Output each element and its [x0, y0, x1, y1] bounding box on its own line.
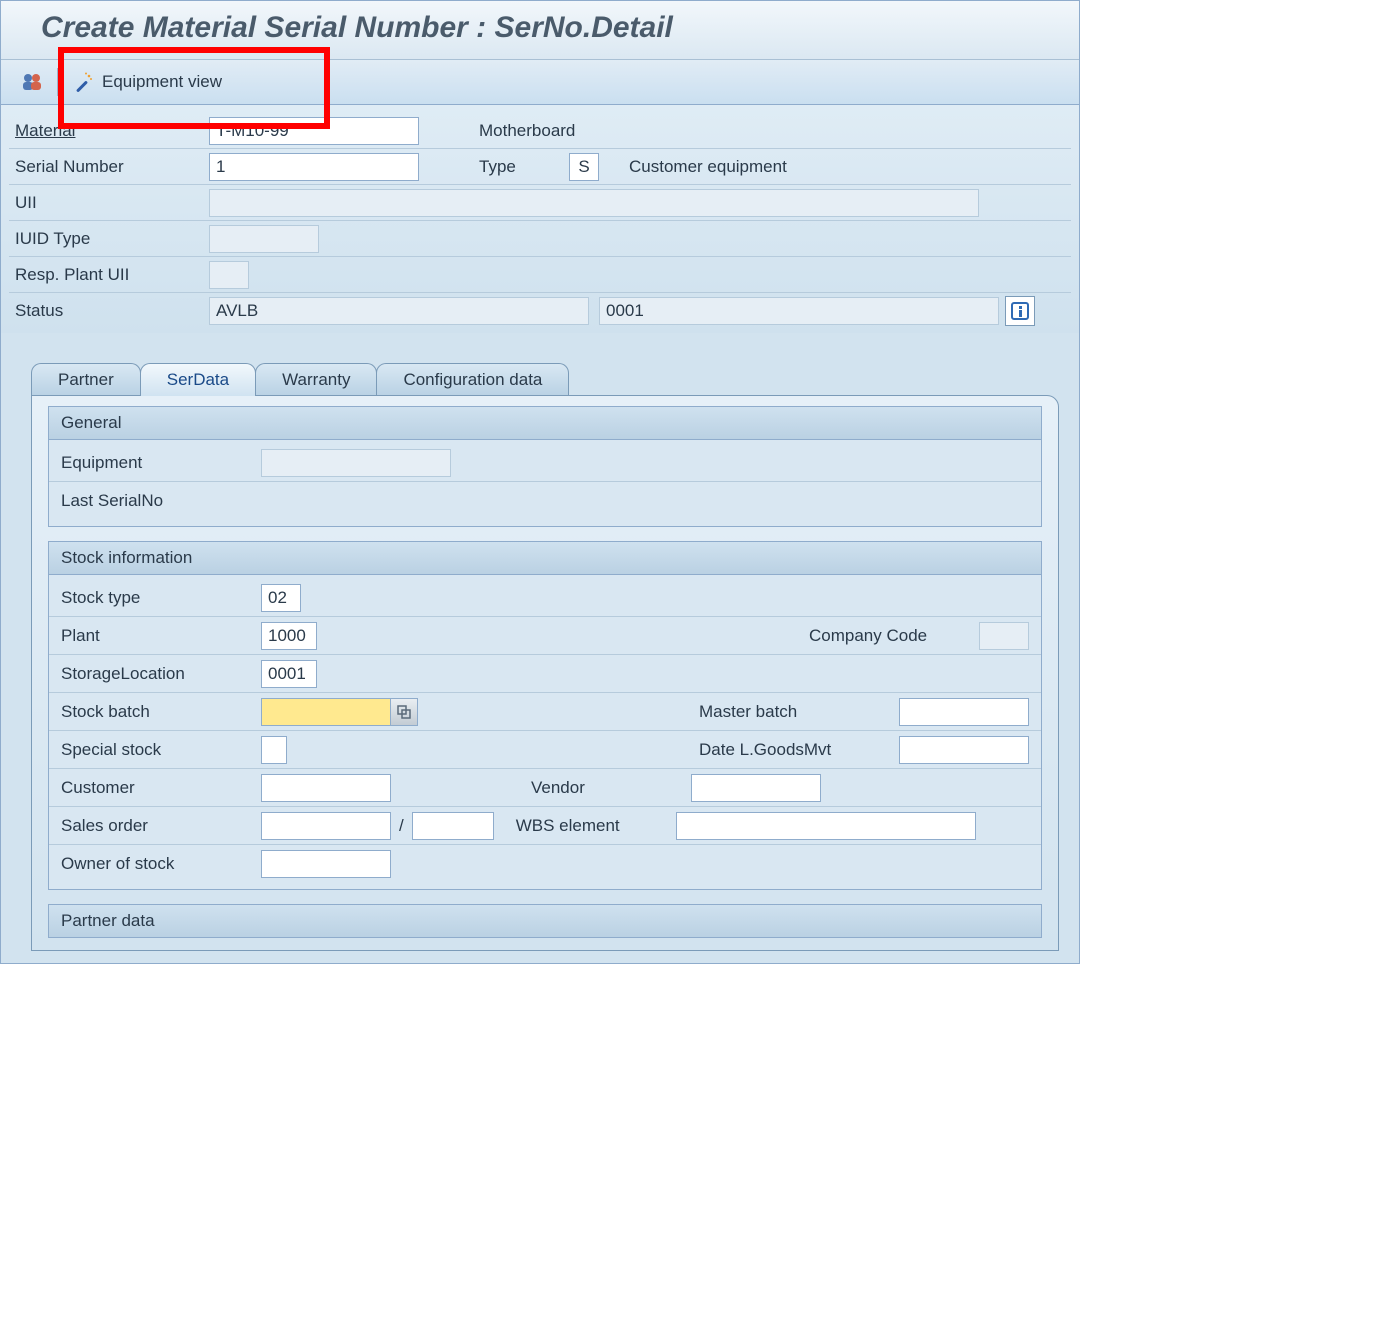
material-description: Motherboard [469, 117, 585, 145]
toolbar: Equipment view [1, 60, 1079, 105]
row-customer: Customer Vendor [49, 769, 1041, 807]
info-icon [1010, 301, 1030, 321]
wbs-label: WBS element [516, 816, 676, 836]
equipment-field [261, 449, 451, 477]
customer-label: Customer [61, 778, 261, 798]
plant-label: Plant [61, 626, 261, 646]
row-status: Status [9, 293, 1071, 329]
master-batch-field[interactable] [899, 698, 1029, 726]
vendor-field[interactable] [691, 774, 821, 802]
iuid-type-field [209, 225, 319, 253]
row-serial: Serial Number Type Customer equipment [9, 149, 1071, 185]
tab-strip: Partner SerData Warranty Configuration d… [31, 363, 1059, 396]
tab-warranty[interactable]: Warranty [255, 363, 377, 396]
status-field [209, 297, 589, 325]
company-code-field [979, 622, 1029, 650]
type-field[interactable] [569, 153, 599, 181]
wbs-field[interactable] [676, 812, 976, 840]
row-stock-type: Stock type [49, 579, 1041, 617]
stock-batch-field[interactable] [261, 698, 391, 726]
partners-icon-button[interactable] [17, 67, 47, 97]
date-goodsmvt-label: Date L.GoodsMvt [699, 740, 899, 760]
special-stock-field[interactable] [261, 736, 287, 764]
sales-order-label: Sales order [61, 816, 261, 836]
stock-batch-label: Stock batch [61, 702, 261, 722]
serial-field[interactable] [209, 153, 419, 181]
equipment-view-label: Equipment view [102, 72, 222, 92]
last-serial-label: Last SerialNo [61, 491, 261, 511]
plant-field[interactable] [261, 622, 317, 650]
tab-configdata[interactable]: Configuration data [376, 363, 569, 396]
status-label: Status [9, 297, 209, 325]
material-label[interactable]: Material [9, 117, 209, 145]
row-special-stock: Special stock Date L.GoodsMvt [49, 731, 1041, 769]
master-batch-label: Master batch [699, 702, 899, 722]
special-stock-label: Special stock [61, 740, 261, 760]
group-partner-data: Partner data [48, 904, 1042, 938]
group-general-title: General [49, 407, 1041, 440]
sales-order-separator: / [391, 816, 412, 836]
sales-order-item-field[interactable] [412, 812, 494, 840]
resp-plant-field [209, 261, 249, 289]
owner-field[interactable] [261, 850, 391, 878]
group-general: General Equipment Last SerialNo [48, 406, 1042, 527]
tab-serdata[interactable]: SerData [140, 363, 256, 396]
equipment-label: Equipment [61, 453, 261, 473]
customer-field[interactable] [261, 774, 391, 802]
storage-location-field[interactable] [261, 660, 317, 688]
status-info-button[interactable] [1005, 296, 1035, 326]
company-code-label: Company Code [809, 626, 979, 646]
vendor-label: Vendor [531, 778, 691, 798]
row-material: Material Motherboard [9, 113, 1071, 149]
type-label: Type [469, 153, 569, 181]
row-iuid-type: IUID Type [9, 221, 1071, 257]
serial-label: Serial Number [9, 153, 209, 181]
tab-area: Partner SerData Warranty Configuration d… [1, 333, 1079, 963]
uii-label: UII [9, 189, 209, 217]
group-stock-info: Stock information Stock type Plant Compa… [48, 541, 1042, 890]
row-plant: Plant Company Code [49, 617, 1041, 655]
page-title: Create Material Serial Number : SerNo.De… [1, 1, 1079, 60]
material-field[interactable] [209, 117, 419, 145]
group-stock-title: Stock information [49, 542, 1041, 575]
stock-type-label: Stock type [61, 588, 261, 608]
resp-plant-label: Resp. Plant UII [9, 261, 209, 289]
magic-wand-icon [72, 71, 94, 93]
equipment-view-button[interactable]: Equipment view [68, 68, 232, 96]
storage-location-label: StorageLocation [61, 664, 261, 684]
valuehelp-icon [397, 705, 411, 719]
row-storage-location: StorageLocation [49, 655, 1041, 693]
status-number-field [599, 297, 999, 325]
uii-field [209, 189, 979, 217]
row-equipment: Equipment [49, 444, 1041, 482]
tab-partner[interactable]: Partner [31, 363, 141, 396]
row-last-serial: Last SerialNo [49, 482, 1041, 520]
owner-label: Owner of stock [61, 854, 261, 874]
toolbar-separator [57, 68, 58, 96]
row-resp-plant: Resp. Plant UII [9, 257, 1071, 293]
row-owner: Owner of stock [49, 845, 1041, 883]
row-sales-order: Sales order / WBS element [49, 807, 1041, 845]
iuid-type-label: IUID Type [9, 225, 209, 253]
row-stock-batch: Stock batch Master batch [49, 693, 1041, 731]
date-goodsmvt-field[interactable] [899, 736, 1029, 764]
sales-order-field[interactable] [261, 812, 391, 840]
app-window: Create Material Serial Number : SerNo.De… [0, 0, 1080, 964]
stock-batch-valuehelp-button[interactable] [390, 698, 418, 726]
row-uii: UII [9, 185, 1071, 221]
group-partner-data-title: Partner data [49, 905, 1041, 937]
type-description: Customer equipment [619, 153, 797, 181]
tab-panel-serdata: General Equipment Last SerialNo Stock in… [31, 395, 1059, 951]
stock-type-field[interactable] [261, 584, 301, 612]
header-form: Material Motherboard Serial Number Type … [1, 105, 1079, 333]
